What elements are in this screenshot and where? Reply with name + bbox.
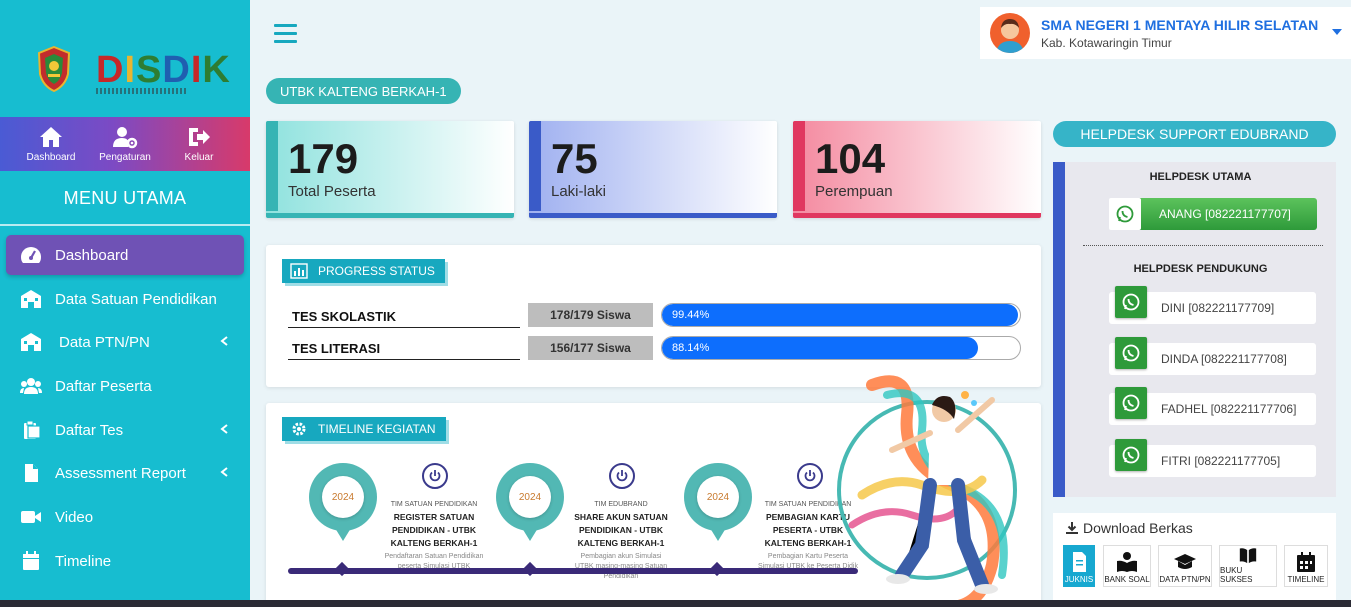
taskbar-strip xyxy=(0,600,1351,607)
student-illustration xyxy=(837,375,1017,607)
stat-label: Total Peserta xyxy=(288,183,376,200)
download-juknis-button[interactable]: JUKNIS xyxy=(1063,545,1095,587)
progress-heading: PROGRESS STATUS xyxy=(282,259,445,283)
menu-title: MENU UTAMA xyxy=(63,188,187,208)
timeline-heading: TIMELINE KEGIATAN xyxy=(282,417,446,441)
gear-icon xyxy=(292,422,306,436)
calendar-icon xyxy=(1297,552,1315,572)
menu-item-satuan-pendidikan[interactable]: Data Satuan Pendidikan xyxy=(0,279,250,319)
graduation-cap-icon xyxy=(1174,554,1196,569)
quick-settings-button[interactable]: Pengaturan xyxy=(90,117,160,171)
download-timeline-button[interactable]: TIMELINE xyxy=(1284,545,1328,587)
university-icon xyxy=(19,331,43,353)
download-title: Download Berkas xyxy=(1065,520,1193,536)
school-name: SMA NEGERI 1 MENTAYA HILIR SELATAN xyxy=(1041,16,1319,33)
menu-item-ptn-pn[interactable]: Data PTN/PN xyxy=(0,322,250,362)
helpdesk-contact-fadhel[interactable]: FADHEL [082221177706] xyxy=(1109,387,1316,425)
helpdesk-main-contact-button[interactable]: ANANG [082221177707] xyxy=(1109,198,1317,230)
video-icon xyxy=(19,506,43,528)
download-buku-sukses-button[interactable]: BUKU SUKSES xyxy=(1219,545,1277,587)
stat-card-female: 104 Perempuan xyxy=(793,121,1041,218)
progress-count: 156/177 Siswa xyxy=(528,336,653,360)
stat-value: 104 xyxy=(815,135,886,182)
school-region: Kab. Kotawaringin Timur xyxy=(1041,35,1172,50)
school-profile-dropdown[interactable]: SMA NEGERI 1 MENTAYA HILIR SELATAN Kab. … xyxy=(980,7,1351,59)
chevron-left-icon xyxy=(220,467,228,477)
stat-card-male: 75 Laki-laki xyxy=(529,121,777,218)
clipboard-icon xyxy=(19,419,43,441)
progress-panel: PROGRESS STATUS TES SKOLASTIK 178/179 Si… xyxy=(266,245,1041,387)
chevron-left-icon xyxy=(220,336,228,346)
whatsapp-icon xyxy=(1109,198,1141,230)
quick-logout-button[interactable]: Keluar xyxy=(164,117,234,171)
progress-label: TES LITERASI xyxy=(288,341,520,360)
document-icon xyxy=(1073,552,1086,572)
power-icon xyxy=(422,463,448,489)
helpdesk-main-heading: HELPDESK UTAMA xyxy=(1149,171,1252,183)
event-badge: UTBK KALTENG BERKAH-1 xyxy=(266,78,461,104)
menu-item-dashboard[interactable]: Dashboard xyxy=(6,235,244,275)
kalteng-emblem-icon xyxy=(37,46,71,92)
divider xyxy=(1083,245,1323,246)
timeline-event-text: TIM SATUAN PENDIDIKAN REGISTER SATUAN PE… xyxy=(384,501,484,570)
helpdesk-support-heading: HELPDESK PENDUKUNG xyxy=(1133,263,1268,275)
timeline-track xyxy=(288,568,858,574)
timeline-year-marker: 2024 xyxy=(684,463,752,551)
timeline-year-marker: 2024 xyxy=(309,463,377,551)
quick-dashboard-button[interactable]: Dashboard xyxy=(16,117,86,171)
progress-bar: 99.44% xyxy=(661,303,1021,327)
progress-fill: 99.44% xyxy=(662,304,1018,326)
stat-card-total: 179 Total Peserta xyxy=(266,121,514,218)
download-panel: Download Berkas JUKNIS BANK SOAL DATA PT… xyxy=(1053,513,1336,607)
logo-area: DISDIK xyxy=(0,0,250,117)
progress-fill: 88.14% xyxy=(662,337,978,359)
disdik-logo: DISDIK xyxy=(96,48,230,98)
home-icon xyxy=(40,127,62,147)
menu-item-daftar-tes[interactable]: Daftar Tes xyxy=(0,410,250,450)
menu-item-video[interactable]: Video xyxy=(0,497,250,537)
progress-label: TES SKOLASTIK xyxy=(288,309,520,328)
helpdesk-title: HELPDESK SUPPORT EDUBRAND xyxy=(1053,121,1336,147)
menu-item-assessment-report[interactable]: Assessment Report xyxy=(0,453,250,493)
dashboard-gauge-icon xyxy=(19,244,43,266)
sidebar: DISDIK Dashboard Pengaturan Keluar MENU … xyxy=(0,0,250,600)
reader-icon xyxy=(1117,552,1137,572)
helpdesk-contact-dini[interactable]: DINI [082221177709] xyxy=(1109,286,1316,324)
helpdesk-panel: HELPDESK UTAMA ANANG [082221177707] HELP… xyxy=(1053,162,1336,497)
whatsapp-icon xyxy=(1115,337,1147,369)
whatsapp-icon xyxy=(1115,286,1147,318)
school-icon xyxy=(19,288,43,310)
calendar-icon xyxy=(19,550,43,572)
avatar xyxy=(990,13,1030,53)
book-icon xyxy=(1239,548,1257,564)
download-data-ptn-button[interactable]: DATA PTN/PN xyxy=(1158,545,1212,587)
power-icon xyxy=(609,463,635,489)
logout-icon xyxy=(189,128,210,146)
whatsapp-icon xyxy=(1115,387,1147,419)
user-gear-icon xyxy=(113,127,138,149)
menu-item-timeline[interactable]: Timeline xyxy=(0,541,250,581)
stat-label: Laki-laki xyxy=(551,183,607,200)
file-icon xyxy=(19,462,43,484)
helpdesk-contact-fitri[interactable]: FITRI [082221177705] xyxy=(1109,439,1316,477)
progress-count: 178/179 Siswa xyxy=(528,303,653,327)
quick-action-bar: Dashboard Pengaturan Keluar xyxy=(0,117,250,171)
stat-label: Perempuan xyxy=(815,183,893,200)
progress-bar: 88.14% xyxy=(661,336,1021,360)
bar-chart-icon xyxy=(290,263,308,279)
users-icon xyxy=(19,375,43,397)
stat-value: 179 xyxy=(288,135,359,182)
helpdesk-contact-dinda[interactable]: DINDA [082221177708] xyxy=(1109,337,1316,375)
menu-item-daftar-peserta[interactable]: Daftar Peserta xyxy=(0,366,250,406)
whatsapp-icon xyxy=(1115,439,1147,471)
caret-down-icon xyxy=(1332,29,1342,35)
download-icon xyxy=(1066,522,1078,534)
stat-value: 75 xyxy=(551,135,598,182)
chevron-left-icon xyxy=(220,424,228,434)
timeline-year-marker: 2024 xyxy=(496,463,564,551)
menu-divider xyxy=(0,224,250,226)
hamburger-menu-button[interactable] xyxy=(274,24,297,44)
power-icon xyxy=(797,463,823,489)
download-bank-soal-button[interactable]: BANK SOAL xyxy=(1103,545,1151,587)
